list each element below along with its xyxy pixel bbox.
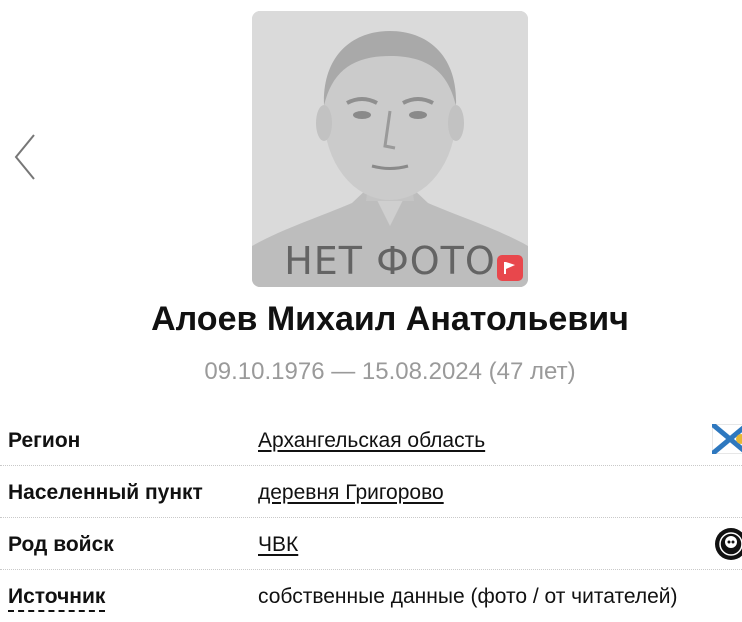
info-row-region: Регион Архангельская область xyxy=(0,414,742,466)
no-photo-label: НЕТ ФОТО xyxy=(284,239,496,283)
chevron-left-icon xyxy=(14,134,35,180)
info-label: Населенный пункт xyxy=(8,481,203,504)
flag-icon xyxy=(504,262,515,274)
info-label: Регион xyxy=(8,429,81,452)
info-row-troops: Род войск ЧВК xyxy=(0,518,742,570)
person-name: Алоев Михаил Анатольевич xyxy=(151,300,629,338)
info-label: Род войск xyxy=(8,533,114,556)
info-row-source: Источник собственные данные (фото / от ч… xyxy=(0,570,742,622)
locality-link[interactable]: деревня Григорово xyxy=(258,481,444,505)
person-photo-placeholder: НЕТ ФОТО xyxy=(252,11,528,287)
info-row-locality: Населенный пункт деревня Григорово xyxy=(0,466,742,518)
source-value: собственные данные (фото / от читателей) xyxy=(258,585,678,608)
pmc-emblem-icon[interactable] xyxy=(714,527,742,561)
region-link[interactable]: Архангельская область xyxy=(258,429,485,453)
life-dates: 09.10.1976 — 15.08.2024 (47 лет) xyxy=(204,358,576,385)
report-flag-button[interactable] xyxy=(497,255,523,281)
troops-link[interactable]: ЧВК xyxy=(258,533,298,557)
prev-arrow-button[interactable] xyxy=(10,132,42,182)
region-flag-icon[interactable] xyxy=(712,424,742,454)
source-label-tooltip[interactable]: Источник xyxy=(8,585,106,612)
